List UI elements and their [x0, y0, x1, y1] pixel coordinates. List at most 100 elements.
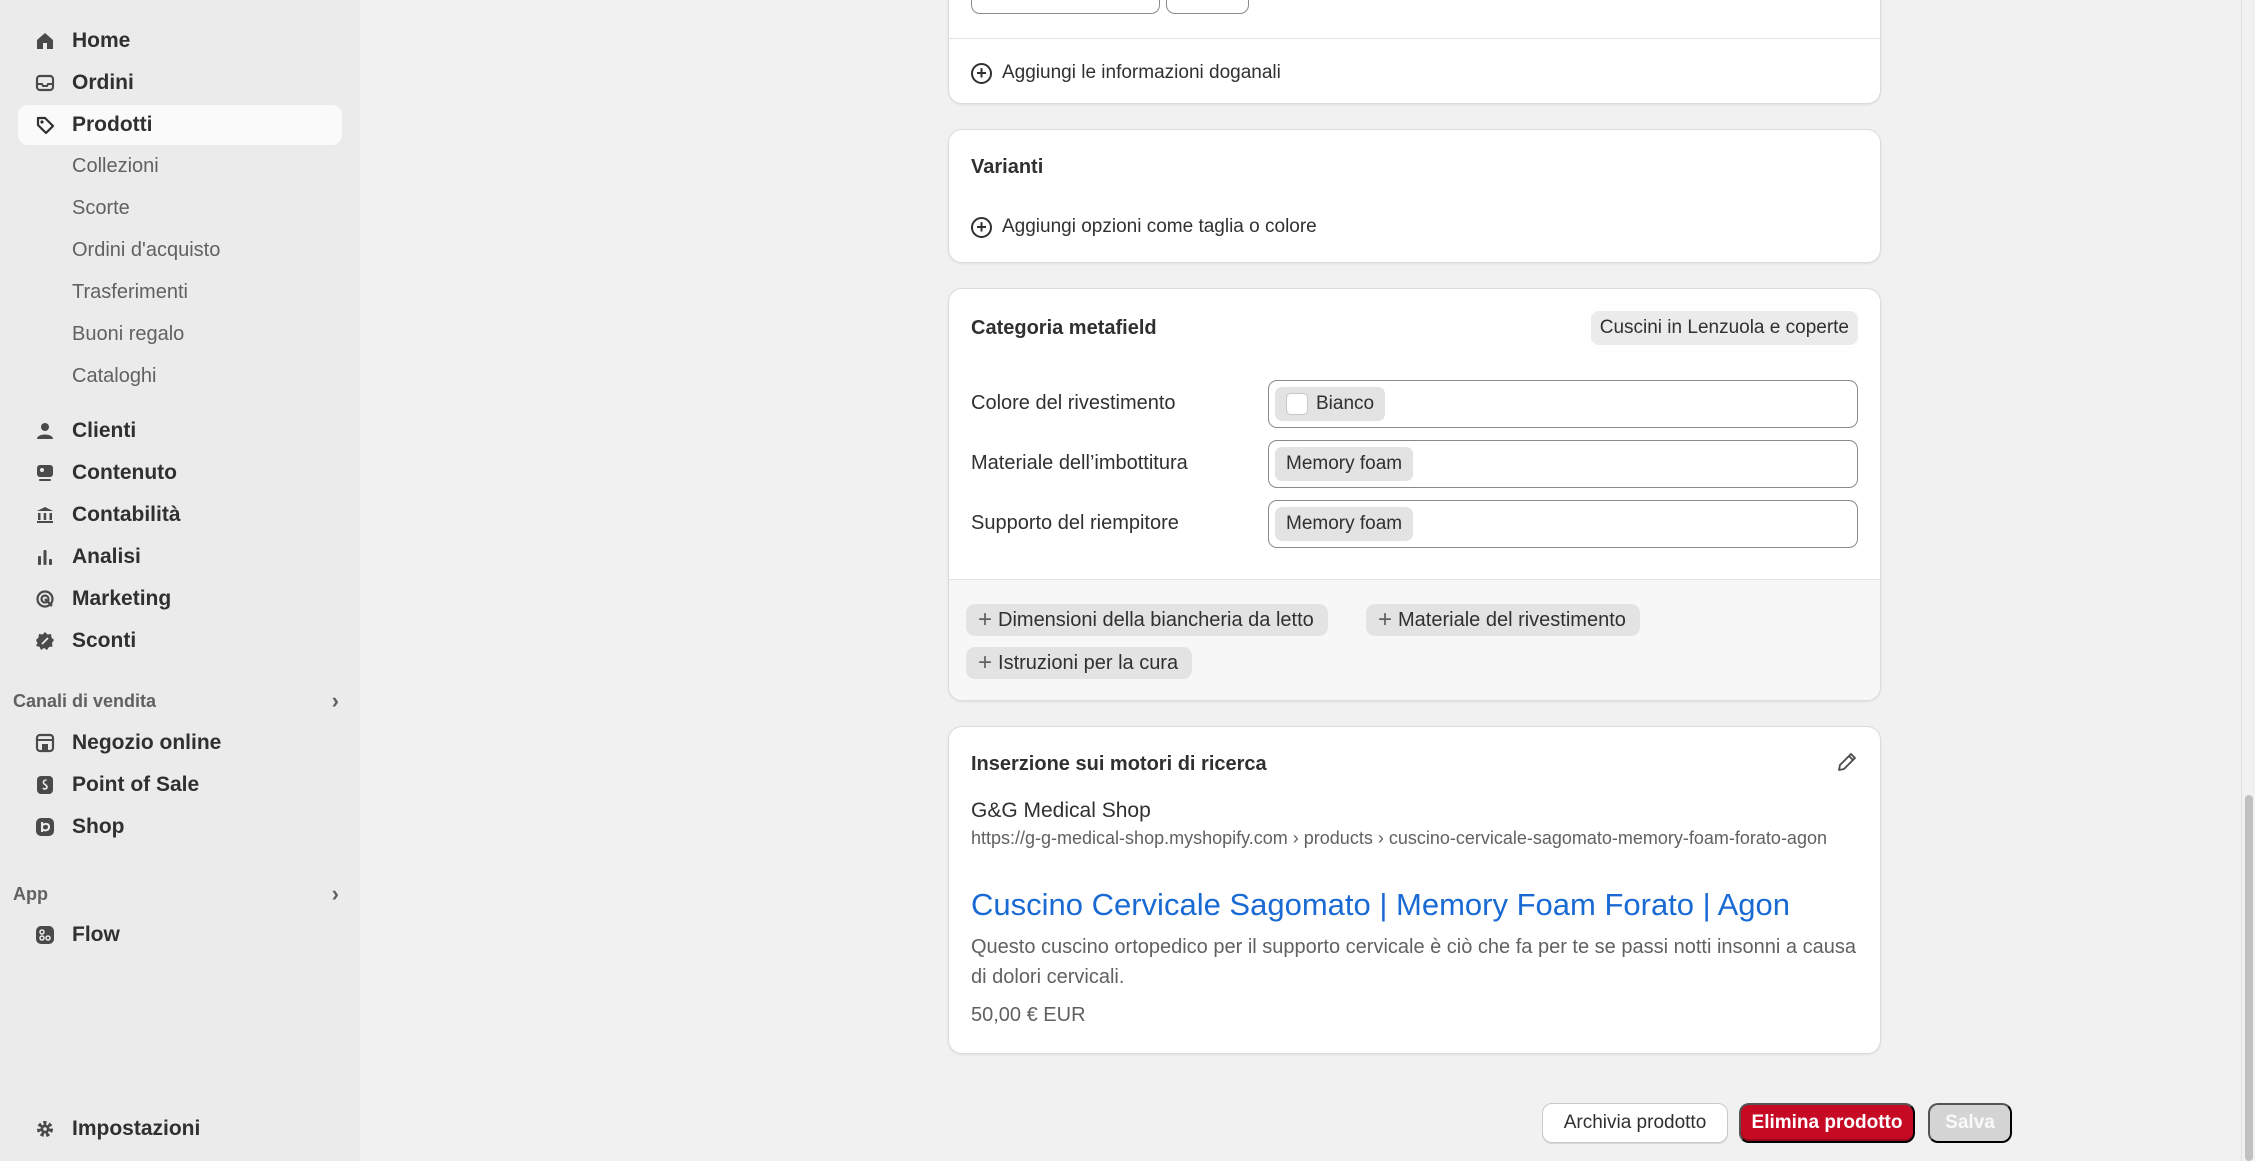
filling-material-field[interactable]: Memory foam [1268, 440, 1858, 488]
seo-title: Inserzione sui motori di ricerca [971, 753, 1267, 775]
chevron-right-icon: › [331, 881, 339, 906]
add-chip-label: Materiale del rivestimento [1398, 608, 1626, 631]
nav-analytics[interactable]: Analisi [18, 537, 342, 577]
seo-price: 50,00 € EUR [971, 1004, 1086, 1026]
nav-content-label: Contenuto [72, 461, 177, 484]
add-variant-options-button[interactable]: + Aggiungi opzioni come taglia o colore [971, 216, 1317, 238]
metafield-label: Colore del rivestimento [971, 392, 1176, 414]
nav-settings[interactable]: Impostazioni [18, 1109, 342, 1149]
nav-transfers[interactable]: Trasferimenti [72, 281, 188, 304]
nav-orders-label: Ordini [72, 71, 134, 94]
nav-products[interactable]: Prodotti [18, 105, 342, 145]
nav-settings-label: Impostazioni [72, 1117, 201, 1140]
home-icon [32, 28, 58, 54]
add-care-instructions-button[interactable]: + Istruzioni per la cura [966, 647, 1193, 679]
apps-heading-label: App [13, 883, 48, 904]
chip-label: Memory foam [1286, 453, 1403, 474]
sales-channels-heading[interactable]: Canali di vendita › [13, 688, 343, 714]
nav-customers[interactable]: Clienti [18, 411, 342, 451]
sales-channels-heading-label: Canali di vendita [13, 690, 157, 711]
delete-product-button[interactable]: Elimina prodotto [1739, 1103, 1915, 1143]
metafield-suggestions: + Dimensioni della biancheria da letto +… [949, 579, 1880, 700]
nav-catalogs[interactable]: Cataloghi [72, 365, 157, 388]
save-button[interactable]: Salva [1928, 1103, 2012, 1143]
plus-icon: + [978, 606, 993, 633]
gear-icon [32, 1116, 58, 1142]
variants-card: Varianti + Aggiungi opzioni come taglia … [948, 129, 1881, 263]
nav-online-store[interactable]: Negozio online [18, 723, 342, 763]
category-metafields-card: Categoria metafield Cuscini in Lenzuola … [948, 288, 1881, 701]
scrollbar[interactable] [2241, 0, 2255, 1161]
tag-icon [32, 112, 58, 138]
nav-analytics-label: Analisi [72, 545, 141, 568]
seo-url: https://g-g-medical-shop.myshopify.com ›… [971, 828, 1827, 848]
nav-home[interactable]: Home [18, 21, 342, 61]
plus-circle-icon: + [971, 216, 992, 238]
shop-icon [32, 814, 58, 840]
hs-code-input[interactable] [971, 0, 1160, 14]
add-customs-info-label: Aggiungi le informazioni doganali [1002, 62, 1281, 83]
add-customs-info-button[interactable]: + Aggiungi le informazioni doganali [971, 62, 1281, 84]
add-chip-label: Dimensioni della biancheria da letto [998, 608, 1314, 631]
seo-card: Inserzione sui motori di ricerca G&G Med… [948, 726, 1881, 1054]
nav-products-label: Prodotti [72, 113, 153, 136]
nav-purchase-orders[interactable]: Ordini d'acquisto [72, 239, 220, 262]
value-chip[interactable]: Memory foam [1275, 507, 1414, 541]
nav-point-of-sale[interactable]: Point of Sale [18, 765, 342, 805]
seo-store-name: G&G Medical Shop [971, 799, 1151, 822]
divider [949, 38, 1880, 39]
metafield-label: Materiale dell’imbottitura [971, 452, 1188, 474]
add-chip-label: Istruzioni per la cura [998, 651, 1179, 674]
plus-icon: + [1378, 606, 1393, 633]
store-icon [32, 730, 58, 756]
nav-content[interactable]: Contenuto [18, 453, 342, 493]
metafields-title: Categoria metafield [971, 317, 1157, 339]
nav-customers-label: Clienti [72, 419, 137, 442]
nav-marketing[interactable]: Marketing [18, 579, 342, 619]
target-icon [32, 586, 58, 612]
content-icon [32, 460, 58, 486]
add-variant-options-label: Aggiungi opzioni come taglia o colore [1002, 216, 1317, 237]
value-chip[interactable]: Memory foam [1275, 447, 1414, 481]
pencil-icon[interactable] [1836, 751, 1858, 778]
chevron-right-icon: › [331, 688, 339, 713]
apps-heading[interactable]: App › [13, 881, 343, 907]
nav-finance-label: Contabilità [72, 503, 181, 526]
pos-icon [32, 772, 58, 798]
seo-description: Questo cuscino ortopedico per il support… [971, 936, 1856, 988]
filler-support-field[interactable]: Memory foam [1268, 500, 1858, 548]
nav-inventory[interactable]: Scorte [72, 197, 130, 220]
nav-flow-label: Flow [72, 923, 120, 946]
inbox-icon [32, 70, 58, 96]
nav-home-label: Home [72, 29, 131, 52]
nav-discounts-label: Sconti [72, 629, 137, 652]
nav-marketing-label: Marketing [72, 587, 172, 610]
plus-icon: + [978, 649, 993, 676]
person-icon [32, 418, 58, 444]
archive-product-button[interactable]: Archivia prodotto [1542, 1103, 1728, 1143]
chart-icon [32, 544, 58, 570]
discount-icon [32, 628, 58, 654]
cover-color-field[interactable]: Bianco [1268, 380, 1858, 428]
color-swatch [1286, 393, 1308, 415]
sidebar: Home Ordini Prodotti Collezioni Scorte O… [0, 0, 360, 1161]
nav-flow[interactable]: Flow [18, 915, 342, 955]
customs-card: + Aggiungi le informazioni doganali [948, 0, 1881, 104]
nav-collections[interactable]: Collezioni [72, 155, 159, 178]
nav-shop-label: Shop [72, 815, 125, 838]
main-content: + Aggiungi le informazioni doganali Vari… [360, 0, 2255, 1161]
add-cover-material-button[interactable]: + Materiale del rivestimento [1366, 604, 1640, 636]
chip-label: Memory foam [1286, 513, 1403, 534]
nav-online-store-label: Negozio online [72, 731, 222, 754]
country-select[interactable] [1166, 0, 1249, 14]
add-bedding-size-button[interactable]: + Dimensioni della biancheria da letto [966, 604, 1328, 636]
nav-finance[interactable]: Contabilità [18, 495, 342, 535]
nav-shop[interactable]: Shop [18, 807, 342, 847]
scrollbar-thumb[interactable] [2245, 795, 2253, 1161]
nav-gift-cards[interactable]: Buoni regalo [72, 323, 184, 346]
nav-discounts[interactable]: Sconti [18, 621, 342, 661]
nav-orders[interactable]: Ordini [18, 63, 342, 103]
bank-icon [32, 502, 58, 528]
seo-page-title: Cuscino Cervicale Sagomato | Memory Foam… [971, 887, 1791, 922]
value-chip[interactable]: Bianco [1275, 387, 1386, 421]
